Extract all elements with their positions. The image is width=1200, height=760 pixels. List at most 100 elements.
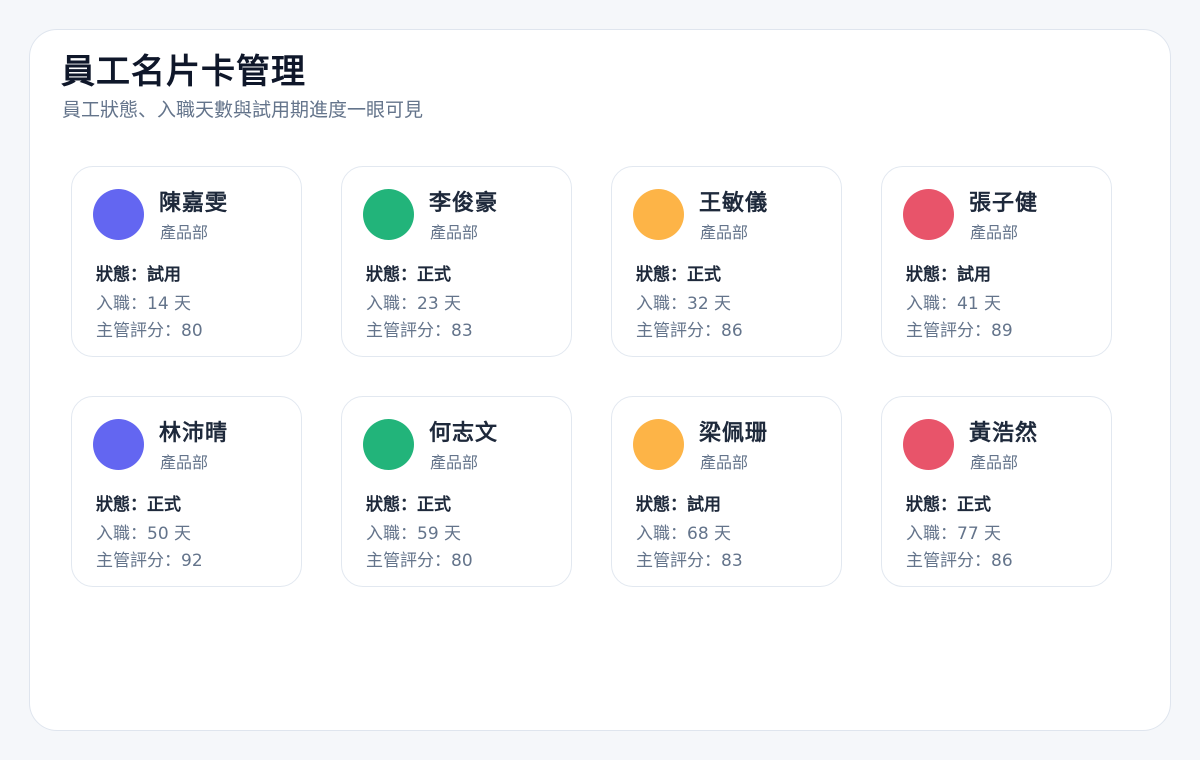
- avatar: [903, 189, 954, 240]
- employee-card[interactable]: 張子健 產品部 狀態：試用 入職：41 天主管評分：89: [881, 166, 1112, 357]
- manager-score-row: 主管評分：80: [366, 549, 473, 573]
- status-row: 狀態：正式: [366, 493, 451, 517]
- manager-score-row-value: 80: [181, 321, 203, 341]
- employee-name: 陳嘉雯: [159, 191, 229, 216]
- employee-name: 張子健: [969, 191, 1039, 216]
- joined-days-row-unit: 天: [168, 524, 192, 544]
- joined-days-row-unit: 天: [708, 294, 732, 314]
- avatar: [633, 419, 684, 470]
- employee-card[interactable]: 梁佩珊 產品部 狀態：試用 入職：68 天主管評分：83: [611, 396, 842, 587]
- manager-score-row-label: 主管評分：: [906, 321, 991, 341]
- employee-card[interactable]: 王敏儀 產品部 狀態：正式 入職：32 天主管評分：86: [611, 166, 842, 357]
- joined-days-row-label: 入職：: [366, 294, 417, 314]
- avatar: [93, 189, 144, 240]
- joined-days-row-label: 入職：: [96, 524, 147, 544]
- page-subtitle: 員工狀態、入職天數與試用期進度一眼可見: [62, 99, 424, 121]
- joined-days-row: 入職：23 天: [366, 292, 461, 316]
- status-row-label: 狀態：: [636, 265, 687, 285]
- status-row: 狀態：正式: [906, 493, 991, 517]
- manager-score-row-value: 89: [991, 321, 1013, 341]
- manager-score-row-label: 主管評分：: [366, 321, 451, 341]
- joined-days-row-unit: 天: [978, 294, 1002, 314]
- joined-days-row-unit: 天: [438, 294, 462, 314]
- joined-days-row-unit: 天: [708, 524, 732, 544]
- joined-days-row: 入職：32 天: [636, 292, 731, 316]
- employee-card[interactable]: 何志文產品部狀態：正式入職：59 天主管評分：80: [341, 396, 572, 587]
- joined-days-row-value: 77: [957, 524, 979, 544]
- joined-days-row-label: 入職：: [906, 524, 957, 544]
- avatar: [363, 189, 414, 240]
- joined-days-row-value: 68: [687, 524, 709, 544]
- employee-card-grid: 陳嘉雯 產品部 狀態：試用 入職：14 天主管評分：80 李俊豪 產品部 狀態：正式 入職：2…: [71, 166, 1112, 587]
- avatar: [633, 189, 684, 240]
- employee-department: 產品部: [160, 223, 209, 242]
- employee-card[interactable]: 黃浩然 產品部 狀態：正式 入職：77 天主管評分：86: [881, 396, 1112, 587]
- status-row-label: 狀態：: [366, 495, 417, 515]
- joined-days-row: 入職：68 天: [636, 522, 731, 546]
- status-row-value: 正式: [147, 495, 181, 515]
- manager-score-row: 主管評分：89: [906, 319, 1013, 343]
- status-row-label: 狀態：: [366, 265, 417, 285]
- status-row: 狀態：試用: [636, 493, 721, 517]
- joined-days-row-value: 59: [417, 524, 439, 544]
- status-row-value: 正式: [687, 265, 721, 285]
- status-row-label: 狀態：: [96, 265, 147, 285]
- employee-card[interactable]: 李俊豪 產品部 狀態：正式 入職：23 天主管評分：83: [341, 166, 572, 357]
- manager-score-row-label: 主管評分：: [96, 321, 181, 341]
- main-panel: 員工名片卡管理 員工狀態、入職天數與試用期進度一眼可見 陳嘉雯 產品部 狀態：試用入…: [29, 29, 1171, 731]
- employee-department: 產品部: [970, 223, 1019, 242]
- employee-card[interactable]: 陳嘉雯 產品部 狀態：試用 入職：14 天主管評分：80: [71, 166, 302, 357]
- joined-days-row-label: 入職：: [906, 294, 957, 314]
- status-row: 狀態：正式: [636, 263, 721, 287]
- status-row-value: 試用: [147, 265, 181, 285]
- status-row-value: 正式: [957, 495, 991, 515]
- joined-days-row: 入職：41 天: [906, 292, 1001, 316]
- manager-score-row: 主管評分：83: [636, 549, 743, 573]
- status-row-label: 狀態：: [96, 495, 147, 515]
- manager-score-row-label: 主管評分：: [96, 551, 181, 571]
- status-row-value: 正式: [417, 265, 451, 285]
- joined-days-row-label: 入職：: [636, 294, 687, 314]
- status-row-label: 狀態：: [906, 495, 957, 515]
- employee-department: 產品部: [430, 223, 479, 242]
- manager-score-row: 主管評分：92: [96, 549, 203, 573]
- manager-score-row-value: 80: [451, 551, 473, 571]
- status-row-label: 狀態：: [636, 495, 687, 515]
- joined-days-row-value: 14: [147, 294, 169, 314]
- employee-name: 何志文: [429, 421, 499, 446]
- status-row-value: 正式: [417, 495, 451, 515]
- avatar: [93, 419, 144, 470]
- joined-days-row-value: 32: [687, 294, 709, 314]
- joined-days-row-unit: 天: [168, 294, 192, 314]
- joined-days-row: 入職：50 天: [96, 522, 191, 546]
- joined-days-row: 入職：59 天: [366, 522, 461, 546]
- avatar: [903, 419, 954, 470]
- employee-card[interactable]: 林沛晴 產品部 狀態：正式 入職：50 天主管評分：92: [71, 396, 302, 587]
- joined-days-row-value: 41: [957, 294, 979, 314]
- status-row-label: 狀態：: [906, 265, 957, 285]
- joined-days-row: 入職：14 天: [96, 292, 191, 316]
- manager-score-row: 主管評分：86: [906, 549, 1013, 573]
- status-row-value: 試用: [687, 495, 721, 515]
- manager-score-row-value: 83: [721, 551, 743, 571]
- employee-department: 產品部: [700, 453, 749, 472]
- employee-name: 黃浩然: [969, 421, 1039, 446]
- joined-days-row-value: 50: [147, 524, 169, 544]
- manager-score-row: 主管評分：86: [636, 319, 743, 343]
- employee-department: 產品部: [700, 223, 749, 242]
- status-row: 狀態：試用: [906, 263, 991, 287]
- manager-score-row: 主管評分：83: [366, 319, 473, 343]
- status-row: 狀態：正式: [96, 493, 181, 517]
- employee-name: 李俊豪: [429, 191, 499, 216]
- status-row-value: 試用: [957, 265, 991, 285]
- joined-days-row-unit: 天: [978, 524, 1002, 544]
- manager-score-row-label: 主管評分：: [906, 551, 991, 571]
- manager-score-row-value: 86: [991, 551, 1013, 571]
- manager-score-row-value: 92: [181, 551, 203, 571]
- joined-days-row-value: 23: [417, 294, 439, 314]
- joined-days-row-unit: 天: [438, 524, 462, 544]
- manager-score-row-label: 主管評分：: [636, 551, 721, 571]
- employee-department: 產品部: [430, 453, 479, 472]
- joined-days-row-label: 入職：: [96, 294, 147, 314]
- employee-department: 產品部: [160, 453, 209, 472]
